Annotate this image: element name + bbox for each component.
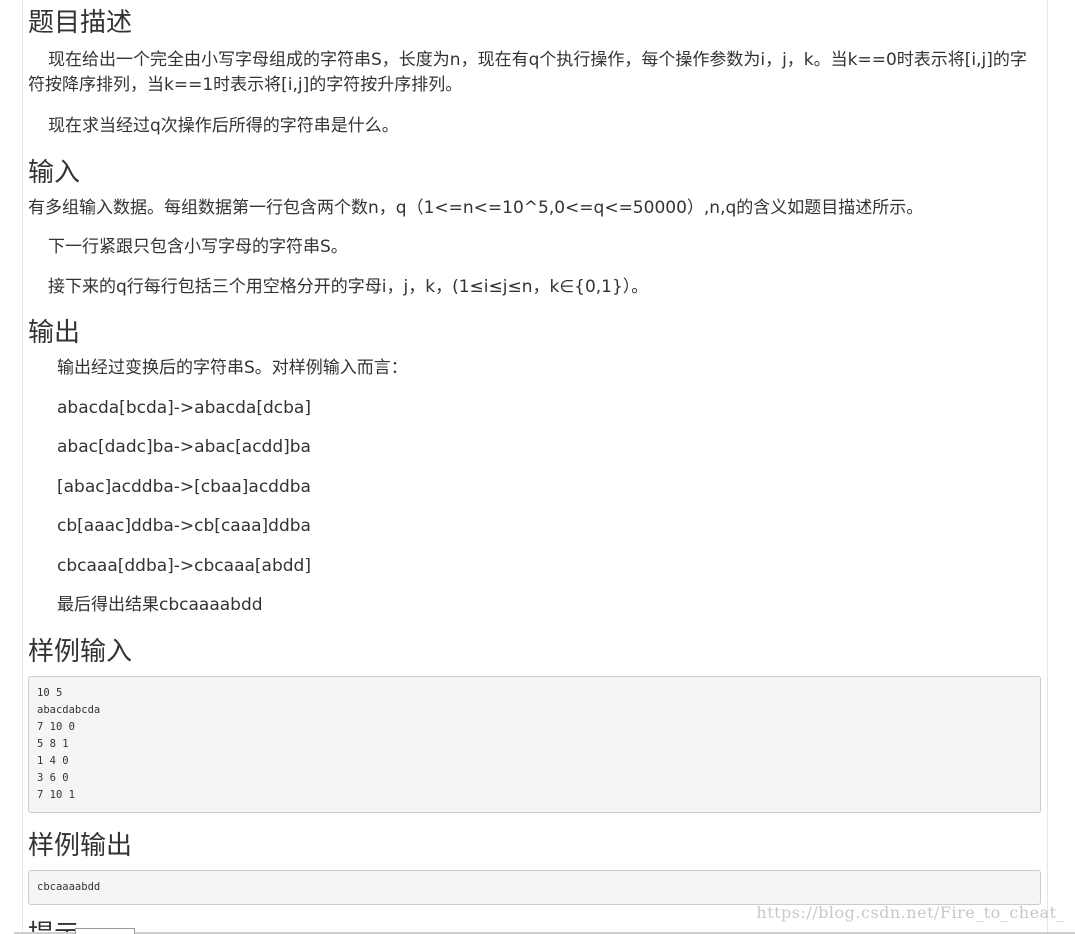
output-line: abacda[bcda]->abacda[dcba] (57, 398, 311, 418)
csdn-watermark: https://blog.csdn.net/Fire_to_cheat_ (756, 903, 1065, 922)
output-line: 输出经过变换后的字符串S。对样例输入而言： (57, 358, 408, 378)
output-line: cbcaaa[ddba]->cbcaaa[abdd] (57, 556, 311, 576)
sample-input-line: 5 8 1 (37, 738, 69, 750)
output-heading: 输出 (28, 318, 81, 348)
sample-input-line: 7 10 0 (37, 721, 75, 733)
sample-output-heading: 样例输出 (28, 831, 133, 861)
input-paragraph-1: 有多组输入数据。每组数据第一行包含两个数n，q（1<=n<=10^5,0<=q<… (28, 198, 924, 218)
input-paragraph-3: 接下来的q行每行包括三个用空格分开的字母i，j，k，(1≤i≤j≤n，k∈{0,… (48, 277, 649, 297)
sample-input-line: abacdabcda (37, 704, 101, 716)
bottom-tab-handle[interactable] (75, 928, 135, 934)
sample-input-line: 10 5 (37, 687, 63, 699)
description-paragraph-2: 现在求当经过q次操作后所得的字符串是什么。 (48, 116, 399, 136)
input-heading: 输入 (28, 158, 81, 188)
output-line: cb[aaac]ddba->cb[caaa]ddba (57, 516, 311, 536)
sample-input-code-block[interactable]: 10 5 abacdabcda 7 10 05 8 11 4 03 6 07 10 … (28, 676, 1041, 813)
input-paragraph-2: 下一行紧跟只包含小写字母的字符串S。 (48, 237, 348, 257)
description-heading: 题目描述 (28, 8, 133, 38)
sample-output-code-block[interactable]: cbcaaaabdd (28, 870, 1041, 905)
sample-output-line: cbcaaaabdd (37, 881, 101, 893)
sample-input-line: 3 6 0 (37, 772, 69, 784)
output-line: abac[dadc]ba->abac[acdd]ba (57, 437, 311, 457)
sample-input-heading: 样例输入 (28, 637, 133, 667)
description-paragraph-1: 现在给出一个完全由小写字母组成的字符串S，长度为n，现在有q个执行操作，每个操作… (28, 50, 1027, 95)
output-line: 最后得出结果cbcaaaabdd (57, 595, 263, 615)
sample-input-line: 7 10 1 (37, 789, 75, 801)
output-line: [abac]acddba->[cbaa]acddba (57, 477, 311, 497)
sample-input-line: 1 4 0 (37, 755, 69, 767)
problem-page: 题目描述 现在给出一个完全由小写字母组成的字符串S，长度为n，现在有q个执行操作… (22, 0, 1048, 934)
